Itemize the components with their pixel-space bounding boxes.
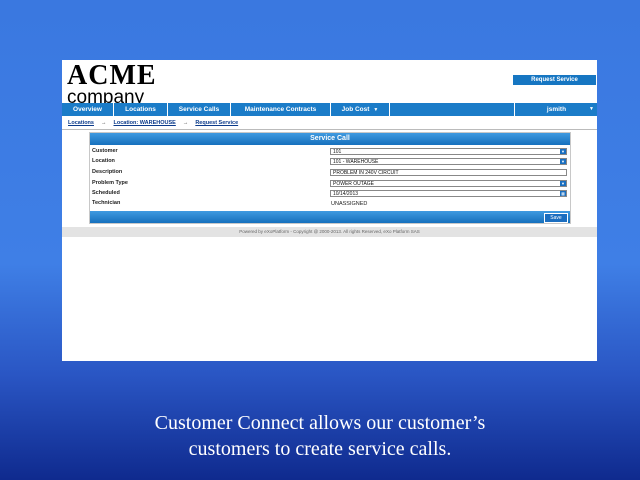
- acme-logo: ACME company: [67, 60, 157, 108]
- breadcrumb-arrow-icon: →: [182, 120, 189, 126]
- form-row-scheduled: Scheduled 10/14/2013 ▦: [90, 189, 570, 199]
- nav-service-calls[interactable]: Service Calls: [168, 103, 231, 116]
- nav-locations[interactable]: Locations: [114, 103, 168, 116]
- location-select[interactable]: 101 - WAREHOUSE ▼: [330, 158, 567, 165]
- nav-job-cost-label: Job Cost: [341, 106, 370, 113]
- scheduled-date-input[interactable]: 10/14/2013 ▦: [330, 190, 567, 197]
- request-service-button[interactable]: Request Service: [513, 75, 596, 85]
- form-row-customer: Customer 101 ▼: [90, 147, 570, 157]
- form-row-description: Description PROBLEM IN 240V CIRCUIT: [90, 168, 570, 178]
- problem-type-select[interactable]: POWER OUTAGE ▼: [330, 180, 567, 187]
- logo-acme-text: ACME: [67, 60, 157, 91]
- customer-label: Customer: [92, 148, 118, 154]
- caption-line-2: customers to create service calls.: [188, 438, 452, 460]
- breadcrumb-locations[interactable]: Locations: [68, 120, 94, 126]
- customer-value: 101: [333, 149, 342, 155]
- form-row-technician: Technician UNASSIGNED: [90, 199, 570, 209]
- location-value: 101 - WAREHOUSE: [333, 159, 379, 165]
- chevron-down-icon: ▼: [560, 181, 566, 186]
- user-menu[interactable]: jsmith ▼: [514, 103, 598, 116]
- form-row-problem-type: Problem Type POWER OUTAGE ▼: [90, 179, 570, 189]
- form-row-location: Location 101 - WAREHOUSE ▼: [90, 157, 570, 167]
- chevron-down-icon: ▼: [373, 107, 379, 113]
- technician-label: Technician: [92, 200, 121, 206]
- slide-caption: Customer Connect allows our customer’s c…: [0, 410, 640, 462]
- problem-type-label: Problem Type: [92, 180, 128, 186]
- scheduled-label: Scheduled: [92, 190, 120, 196]
- page-footer: Powered by eXoPlatform - Copyright @ 200…: [62, 227, 597, 237]
- breadcrumb-location-warehouse[interactable]: Location: WAREHOUSE: [113, 120, 175, 126]
- form-title: Service Call: [90, 133, 570, 145]
- app-screenshot: ACME company Request Service Overview Lo…: [62, 60, 597, 361]
- nav-overview[interactable]: Overview: [62, 103, 114, 116]
- breadcrumb-request-service[interactable]: Request Service: [195, 120, 238, 126]
- description-input[interactable]: PROBLEM IN 240V CIRCUIT: [330, 169, 567, 176]
- description-label: Description: [92, 169, 123, 175]
- breadcrumb-arrow-icon: →: [100, 120, 107, 126]
- nav-job-cost[interactable]: Job Cost ▼: [331, 103, 390, 116]
- user-name: jsmith: [546, 106, 567, 113]
- calendar-icon[interactable]: ▦: [560, 191, 566, 196]
- main-nav: Overview Locations Service Calls Mainten…: [62, 103, 597, 116]
- form-footer: Save: [90, 211, 570, 223]
- chevron-down-icon: ▼: [589, 106, 594, 112]
- service-call-form: Service Call Customer 101 ▼ Location 101…: [89, 132, 571, 224]
- problem-type-value: POWER OUTAGE: [333, 181, 375, 187]
- save-button[interactable]: Save: [544, 213, 568, 223]
- location-label: Location: [92, 158, 115, 164]
- divider: [62, 129, 597, 130]
- technician-value: UNASSIGNED: [331, 201, 368, 207]
- chevron-down-icon: ▼: [560, 149, 566, 154]
- caption-line-1: Customer Connect allows our customer’s: [154, 412, 486, 434]
- scheduled-value: 10/14/2013: [333, 191, 359, 197]
- description-value: PROBLEM IN 240V CIRCUIT: [333, 170, 399, 176]
- chevron-down-icon: ▼: [560, 159, 566, 164]
- customer-select[interactable]: 101 ▼: [330, 148, 567, 155]
- nav-maintenance-contracts[interactable]: Maintenance Contracts: [231, 103, 331, 116]
- breadcrumb: Locations → Location: WAREHOUSE → Request Se…: [68, 120, 238, 126]
